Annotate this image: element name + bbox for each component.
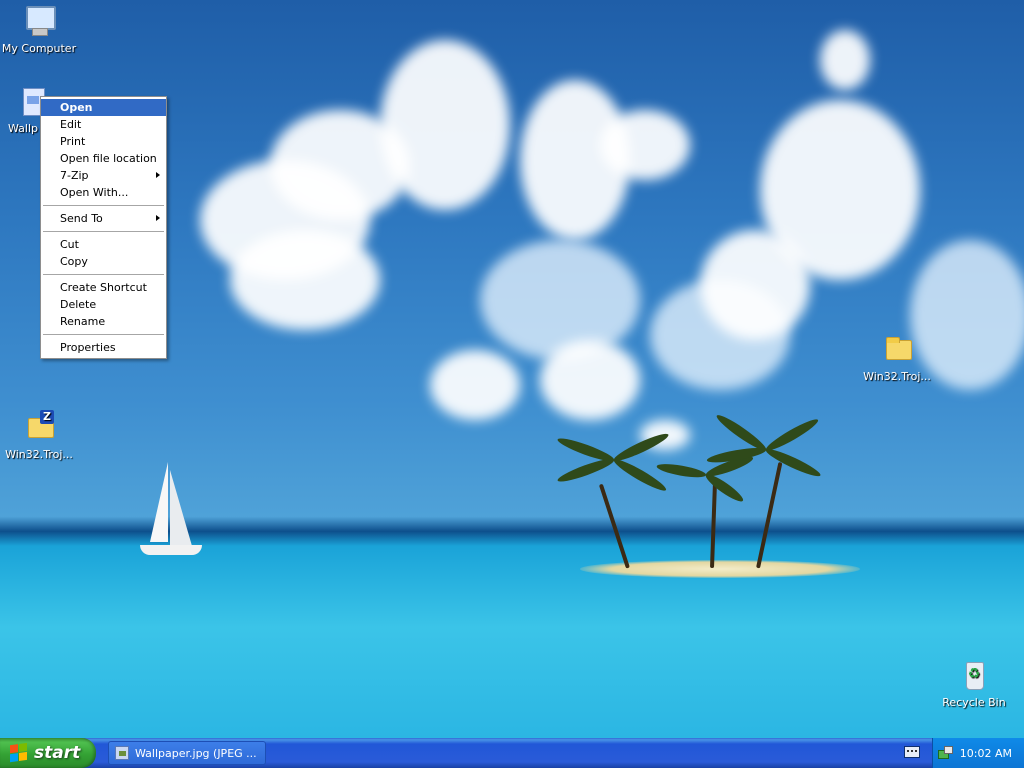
recycle-bin-icon <box>957 658 991 692</box>
menu-item-copy[interactable]: Copy <box>41 253 166 270</box>
taskbar: start Wallpaper.jpg (JPEG ... 10:02 AM <box>0 738 1024 768</box>
menu-item-label: Create Shortcut <box>60 281 147 294</box>
menu-item-label: 7-Zip <box>60 169 89 182</box>
menu-item-label: Delete <box>60 298 97 311</box>
menu-item-delete[interactable]: Delete <box>41 296 166 313</box>
submenu-arrow-icon <box>156 172 160 178</box>
menu-item-label: Cut <box>60 238 79 251</box>
menu-item-label: Edit <box>60 118 82 131</box>
menu-item-edit[interactable]: Edit <box>41 116 166 133</box>
desktop-icon-trojan-zip[interactable]: Z Win32.Troj... <box>0 410 84 461</box>
menu-item-open-with[interactable]: Open With... <box>41 184 166 201</box>
menu-separator <box>43 205 164 206</box>
clock[interactable]: 10:02 AM <box>960 747 1012 760</box>
zip-folder-icon: Z <box>22 410 56 444</box>
menu-item-label: Open file location <box>60 152 157 165</box>
desktop-icon-label: My Computer <box>1 42 77 55</box>
menu-item-create-shortcut[interactable]: Create Shortcut <box>41 279 166 296</box>
menu-separator <box>43 334 164 335</box>
menu-item-send-to[interactable]: Send To <box>41 210 166 227</box>
desktop-icon-label: Win32.Troj... <box>863 370 931 383</box>
menu-item-7zip[interactable]: 7-Zip <box>41 167 166 184</box>
menu-item-label: Print <box>60 135 86 148</box>
keyboard-tray[interactable] <box>904 746 920 760</box>
desktop-icon-label: Recycle Bin <box>942 696 1006 709</box>
desktop-icon-my-computer[interactable]: My Computer <box>0 4 84 55</box>
desktop-icon-trojan-folder[interactable]: Win32.Troj... <box>852 332 942 383</box>
menu-separator <box>43 274 164 275</box>
menu-item-open-file-location[interactable]: Open file location <box>41 150 166 167</box>
windows-logo-icon <box>10 742 28 764</box>
menu-item-rename[interactable]: Rename <box>41 313 166 330</box>
menu-item-label: Copy <box>60 255 88 268</box>
submenu-arrow-icon <box>156 215 160 221</box>
system-tray: 10:02 AM <box>932 738 1024 768</box>
taskbar-button-label: Wallpaper.jpg (JPEG ... <box>135 746 257 760</box>
start-label: start <box>34 743 81 763</box>
menu-separator <box>43 231 164 232</box>
desktop-icon-label: Win32.Troj... <box>5 448 73 461</box>
context-menu: Open Edit Print Open file location 7-Zip… <box>40 96 167 359</box>
menu-item-label: Open With... <box>60 186 129 199</box>
menu-item-open[interactable]: Open <box>41 99 166 116</box>
keyboard-icon <box>904 746 920 758</box>
desktop[interactable]: My Computer Wallp Z Win32.Troj... Win32.… <box>0 0 1024 738</box>
my-computer-icon <box>22 4 56 38</box>
menu-item-label: Send To <box>60 212 103 225</box>
menu-item-label: Open <box>60 101 93 114</box>
start-button[interactable]: start <box>0 738 96 768</box>
menu-item-properties[interactable]: Properties <box>41 339 166 356</box>
zip-badge-icon: Z <box>40 410 54 424</box>
menu-item-label: Properties <box>60 341 116 354</box>
image-viewer-icon <box>115 746 129 760</box>
menu-item-cut[interactable]: Cut <box>41 236 166 253</box>
taskbar-button-wallpaper[interactable]: Wallpaper.jpg (JPEG ... <box>108 741 266 765</box>
network-icon[interactable] <box>937 746 953 760</box>
folder-icon <box>880 332 914 366</box>
menu-item-label: Rename <box>60 315 106 328</box>
menu-item-print[interactable]: Print <box>41 133 166 150</box>
desktop-icon-recycle-bin[interactable]: Recycle Bin <box>929 658 1019 709</box>
